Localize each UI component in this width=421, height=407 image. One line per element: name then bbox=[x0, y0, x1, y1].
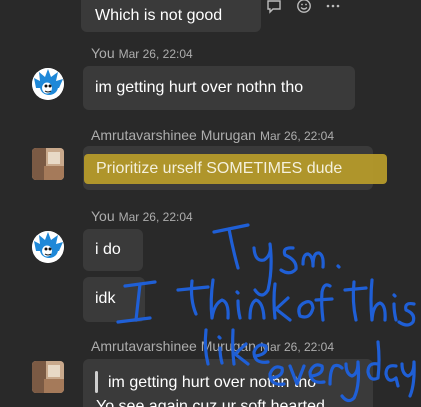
handwriting-stroke bbox=[384, 364, 400, 388]
message-header: Amrutavarshinee Murugan Mar 26, 22:04 bbox=[91, 127, 334, 144]
message-header: You Mar 26, 22:04 bbox=[91, 208, 193, 225]
more-options-icon[interactable] bbox=[325, 0, 341, 14]
sender-name: Amrutavarshinee Murugan bbox=[91, 338, 256, 354]
timestamp: Mar 26, 22:04 bbox=[118, 47, 193, 61]
photo-avatar-icon bbox=[32, 148, 64, 180]
handwriting-stroke bbox=[314, 297, 334, 302]
handwriting-stroke bbox=[351, 280, 358, 322]
avatar[interactable] bbox=[32, 361, 64, 393]
emoji-icon[interactable] bbox=[296, 0, 312, 14]
sender-name: Amrutavarshinee Murugan bbox=[91, 127, 256, 143]
message-text: Prioritize urself SOMETIMES dude bbox=[96, 160, 343, 177]
handwriting-stroke bbox=[320, 283, 332, 322]
handwriting-stroke bbox=[272, 282, 277, 320]
message-text: Which is not good bbox=[95, 7, 223, 24]
message-text: Yo see again cuz ur soft hearted bbox=[96, 398, 325, 407]
reply-icon[interactable] bbox=[266, 0, 282, 14]
message-bubble[interactable]: idk bbox=[83, 277, 145, 322]
handwriting-stroke bbox=[279, 246, 298, 275]
message-bubble[interactable]: i do bbox=[83, 229, 143, 271]
handwriting-stroke bbox=[235, 290, 240, 295]
avatar[interactable] bbox=[32, 231, 64, 263]
handwriting-stroke bbox=[189, 279, 198, 316]
avatar[interactable] bbox=[32, 148, 64, 180]
message-text-row: Prioritize urself SOMETIMES dude bbox=[96, 159, 342, 179]
message-text: im getting hurt over nothn tho bbox=[95, 79, 304, 96]
timestamp: Mar 26, 22:04 bbox=[259, 129, 335, 143]
chat-thread: Which is not good You Mar 26, 22:04 im ge… bbox=[0, 0, 421, 407]
handwriting-stroke bbox=[392, 293, 397, 298]
handwriting-stroke bbox=[400, 360, 416, 398]
timestamp: Mar 26, 22:04 bbox=[259, 340, 335, 354]
hedgehog-avatar-icon bbox=[32, 231, 64, 263]
timestamp: Mar 26, 22:04 bbox=[118, 210, 193, 224]
handwriting-stroke bbox=[274, 296, 292, 322]
message-bubble[interactable]: im getting hurt over nothn tho bbox=[83, 66, 355, 110]
handwriting-stroke bbox=[236, 299, 242, 320]
quoted-text: im getting hurt over nothn tho bbox=[108, 374, 317, 391]
handwriting-stroke bbox=[176, 285, 210, 292]
handwriting-stroke bbox=[397, 302, 416, 327]
handwriting-stroke bbox=[252, 242, 273, 297]
handwriting-stroke bbox=[209, 278, 230, 320]
message-text-row: Yo see again cuz ur soft hearted bbox=[96, 397, 325, 407]
handwriting-stroke bbox=[369, 278, 387, 322]
sender-name: You bbox=[91, 45, 115, 61]
handwriting-stroke bbox=[336, 264, 341, 269]
handwriting-stroke bbox=[297, 300, 315, 319]
hedgehog-avatar-icon bbox=[32, 68, 64, 100]
quoted-text-row: im getting hurt over nothn tho bbox=[108, 373, 316, 393]
quote-bar bbox=[95, 371, 98, 393]
handwriting-stroke bbox=[248, 298, 266, 320]
handwriting-stroke bbox=[343, 286, 368, 292]
sender-name: You bbox=[91, 208, 115, 224]
handwriting-stroke bbox=[392, 302, 398, 322]
message-bubble[interactable]: Which is not good bbox=[81, 0, 261, 32]
photo-avatar-icon bbox=[32, 361, 64, 393]
avatar[interactable] bbox=[32, 68, 64, 100]
message-header: You Mar 26, 22:04 bbox=[91, 45, 193, 62]
handwriting-stroke bbox=[212, 223, 250, 234]
message-text: i do bbox=[95, 241, 121, 258]
message-header: Amrutavarshinee Murugan Mar 26, 22:04 bbox=[91, 338, 334, 355]
message-text: idk bbox=[95, 290, 116, 307]
handwriting-stroke bbox=[227, 227, 240, 270]
handwriting-stroke bbox=[301, 251, 325, 269]
